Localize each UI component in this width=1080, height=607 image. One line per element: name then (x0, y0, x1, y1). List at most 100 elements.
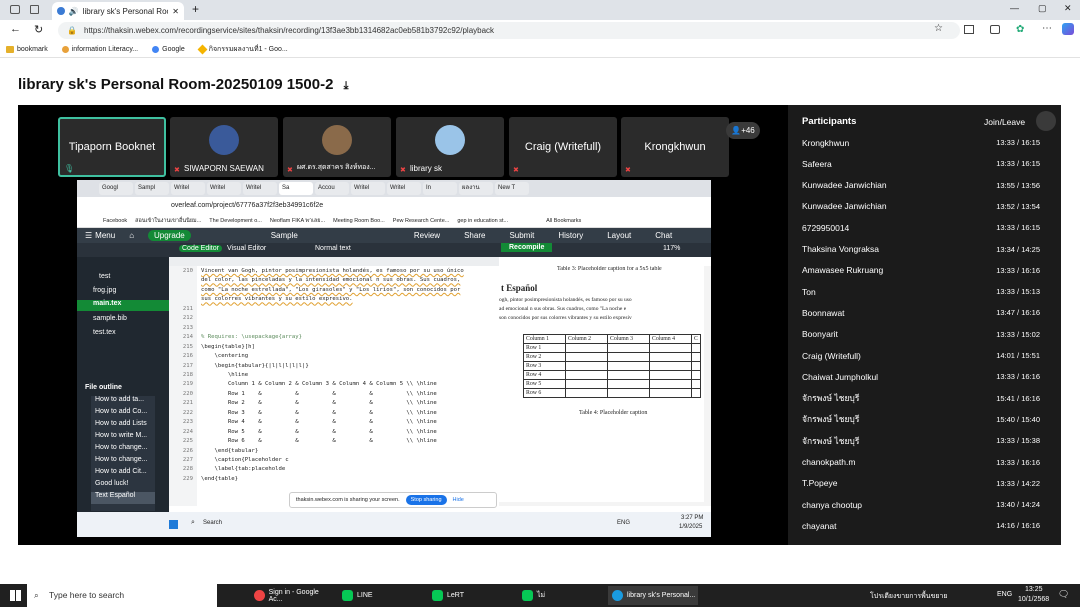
outline-item: Text Español (91, 492, 155, 504)
participants-panel: Participants Join/Leave Krongkhwun 13:33 … (788, 105, 1061, 545)
clock-date[interactable]: 10/1/2568 (1018, 596, 1049, 603)
clock-time[interactable]: 13:25 (1025, 586, 1043, 593)
copilot-icon[interactable] (1062, 23, 1074, 35)
line-icon (342, 590, 353, 601)
more-menu-icon[interactable]: ⋯ (1042, 23, 1052, 34)
shared-search-label: Search (203, 520, 223, 526)
new-tab-button[interactable]: + (192, 2, 199, 16)
participant-row: chanya chootup 13:40 / 14:24 (802, 494, 1052, 515)
pdf-paragraph-line: ogh, pintor posimpresionista holandés, e… (499, 297, 632, 303)
shared-tab: Writel (171, 182, 205, 195)
participant-row: Boonnawat 13:47 / 16:16 (802, 302, 1052, 323)
normal-text-select: Normal text (315, 245, 351, 252)
bookmark-item[interactable]: information Literacy... (61, 46, 138, 53)
participant-time: 13:33 / 15:13 (996, 287, 1040, 297)
participant-time: 13:52 / 13:54 (996, 201, 1040, 211)
pdf-paragraph-line: son conocidos por sus colorres vibrantes… (499, 315, 632, 321)
editor-toolbar: Code Editor Visual Editor Normal text Re… (77, 243, 711, 257)
participant-settings-button[interactable] (1036, 111, 1056, 131)
taskbar-app-label: Sign in - Google Ac... (268, 588, 319, 603)
shared-time: 3:27 PM (681, 515, 704, 521)
pdf-row-label: Row 4 (523, 370, 566, 380)
file-item: test.tex (93, 329, 116, 336)
bookmark-item[interactable]: bookmark (6, 46, 48, 53)
bookmark-item[interactable]: Google (152, 46, 185, 53)
line-number: 216 (182, 353, 193, 360)
minimize-button[interactable]: — (1010, 3, 1019, 13)
pdf-table-header: Column 4 (649, 334, 692, 344)
pdf-table-header-row: Column 1 Column 2 Column 3 Column 4 C (523, 334, 701, 344)
code-line: % Requires: \usepackage{array} (201, 334, 303, 341)
code-line: sus colorres vibrantes y su estilo expre… (201, 296, 353, 303)
shared-tab: Sa (279, 182, 313, 195)
participant-name: chanya chootup (802, 499, 863, 510)
input-language[interactable]: ENG (997, 591, 1012, 598)
screen-share-notice: thaksin.webex.com is sharing your screen… (289, 492, 497, 508)
extensions-icon[interactable]: ✿ (1016, 24, 1024, 35)
maximize-button[interactable]: ▢ (1038, 3, 1047, 14)
notifications-icon[interactable]: 🗨 (1058, 589, 1069, 600)
pdf-table-cell (565, 343, 608, 353)
close-window-button[interactable]: ✕ (1064, 3, 1072, 14)
people-icon: 👤 (731, 126, 742, 135)
google-icon (152, 46, 160, 53)
pdf-table: Column 1 Column 2 Column 3 Column 4 C Ro… (523, 334, 701, 398)
outline-item: How to write M... (95, 432, 148, 439)
participant-name: 6729950014 (802, 222, 850, 233)
taskbar-app[interactable]: LINE (338, 586, 422, 605)
download-icon[interactable]: ⤓ (344, 80, 349, 92)
taskbar-search[interactable]: ⌕ Type here to search (27, 584, 217, 607)
shared-tab: Googl (99, 182, 133, 195)
tab-actions-icon[interactable] (30, 5, 39, 14)
muted-icon: ✖ (513, 167, 519, 174)
bookmark-item[interactable]: กิจกรรมผลงานที่1 - Goo... (197, 44, 288, 55)
pdf-row-label: Row 6 (523, 388, 566, 398)
shared-bookmark: All Bookmarks (546, 217, 582, 224)
collections-icon[interactable] (990, 25, 1000, 34)
pdf-row-label: Row 1 (523, 343, 566, 353)
participant-name: จักรพงษ์ ไชยบุรี (802, 435, 860, 446)
shared-bookmark: Facebook (103, 217, 128, 224)
muted-icon: ✖ (400, 167, 406, 174)
taskbar-app-active[interactable]: library sk's Personal... (608, 586, 698, 605)
line-gutter: 210 211 212 213 214 215 216 217 218 219 220 221 222 2… (169, 266, 197, 506)
line-icon (432, 590, 443, 601)
back-icon[interactable]: ← (10, 23, 21, 35)
sharing-notice-text: thaksin.webex.com is sharing your screen… (296, 497, 400, 503)
bookmark-label: กิจกรรมผลงานที่1 - Goo... (208, 46, 288, 53)
split-screen-icon[interactable] (964, 25, 974, 34)
more-participants-button[interactable]: 👤+46 (726, 122, 760, 139)
webex-favicon-icon (57, 7, 65, 15)
lock-icon: 🔒 (67, 26, 77, 35)
audio-icon[interactable]: 🔊 (69, 7, 79, 16)
chat-label: Chat (655, 231, 673, 240)
start-button[interactable] (10, 590, 21, 601)
window-menu-icon[interactable] (10, 5, 20, 14)
close-tab-icon[interactable]: ✕ (172, 7, 179, 16)
url-field[interactable]: 🔒 https://thaksin.webex.com/recordingser… (58, 22, 960, 39)
video-tile: Krongkhwun ✖ (621, 117, 729, 177)
tray-notification-text: โปรเตียงขายการพื้นขยาย (870, 593, 948, 600)
tab-active[interactable]: 🔊 library sk's Personal Room-2 ✕ (52, 2, 184, 20)
pdf-table-cell (607, 379, 650, 389)
recording-title: library sk's Personal Room-20250109 1500… (18, 76, 334, 93)
code-line: \caption{Placeholder c (201, 457, 289, 463)
pdf-table-cell (649, 379, 692, 389)
reload-icon[interactable]: ↻ (34, 23, 43, 36)
pdf-table-cell (691, 352, 701, 362)
home-icon: ⌂ (129, 231, 135, 240)
favorite-icon[interactable]: ☆ (934, 23, 943, 34)
taskbar-app[interactable]: ไม่ (518, 586, 602, 605)
pdf-table-cell (565, 379, 608, 389)
participant-time: 13:33 / 16:15 (996, 138, 1040, 147)
pdf-table-row: Row 3 (523, 361, 701, 371)
tile-name: SIWAPORN SAEWAN (184, 164, 264, 173)
submit-label: Submit (509, 231, 535, 240)
join-leave-header: Join/Leave (984, 117, 1026, 127)
pdf-table-cell (607, 361, 650, 371)
editor-breadcrumb-bar (169, 257, 499, 266)
taskbar-app[interactable]: Sign in - Google Ac... (250, 586, 332, 605)
pdf-table-header: Column 2 (565, 334, 608, 344)
taskbar-app[interactable]: LeRT (428, 586, 512, 605)
folder-icon (6, 46, 14, 53)
